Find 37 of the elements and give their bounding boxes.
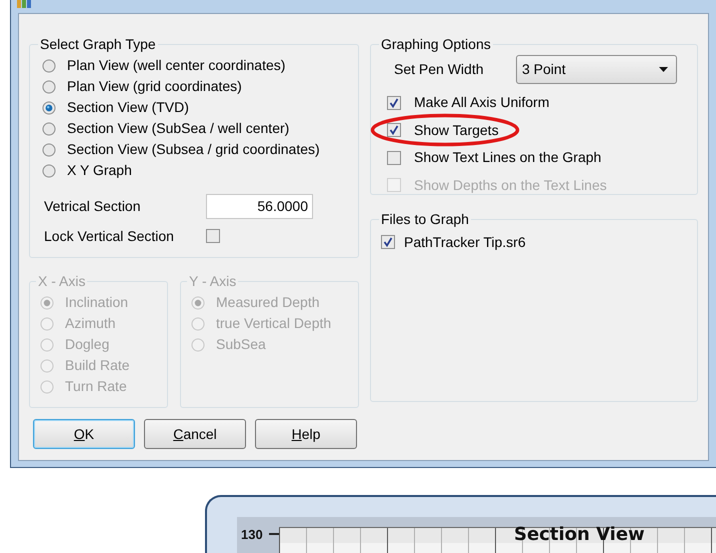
dialog-button[interactable]: Help: [255, 419, 357, 449]
radio-label[interactable]: X Y Graph: [67, 160, 132, 181]
checkbox[interactable]: [387, 96, 401, 110]
dialog-button[interactable]: Cancel: [144, 419, 246, 449]
radio-label[interactable]: Section View (SubSea / well center): [67, 118, 290, 139]
radio-button[interactable]: [42, 58, 56, 72]
field-label: Vetrical Section: [43, 196, 142, 216]
file-label[interactable]: PathTracker Tip.sr6: [404, 232, 526, 252]
input-field[interactable]: 56.0000: [206, 194, 313, 218]
dialog-button[interactable]: OK: [33, 419, 135, 449]
caret-icon: [659, 66, 668, 72]
group-legend: Select Graph Type: [38, 34, 158, 55]
radio-button[interactable]: [42, 80, 56, 94]
group-legend: Graphing Options: [379, 34, 493, 55]
radio-label[interactable]: Plan View (grid coordinates): [67, 76, 242, 97]
group-legend: Files to Graph: [379, 209, 471, 230]
checkbox-label[interactable]: Show Text Lines on the Graph: [414, 147, 602, 168]
checkbox[interactable]: [387, 150, 401, 165]
checkbox-label[interactable]: Lock Vertical Section: [40, 226, 206, 246]
group-legend: X - Axis: [36, 271, 88, 292]
axis-tick-label: 130: [241, 526, 264, 544]
checkbox[interactable]: [387, 123, 401, 138]
checkbox[interactable]: [381, 235, 395, 249]
group-legend: Y - Axis: [187, 271, 238, 292]
radio-label[interactable]: Plan View (well center coordinates): [67, 55, 286, 76]
checkbox-label[interactable]: Make All Axis Uniform: [414, 92, 550, 114]
radio-button[interactable]: [42, 122, 56, 136]
radio-label[interactable]: Section View (TVD): [67, 97, 189, 118]
radio-label[interactable]: Section View (Subsea / grid coordinates): [67, 139, 320, 160]
app-icon: [17, 0, 31, 8]
axis-tick-icon: [269, 533, 279, 535]
radio-button[interactable]: [42, 164, 56, 178]
field-label: Set Pen Width: [393, 60, 484, 78]
checkbox[interactable]: [206, 229, 220, 243]
radio-button[interactable]: [42, 142, 56, 156]
radio-button[interactable]: [42, 100, 56, 114]
dropdown[interactable]: 3 Point: [516, 54, 677, 84]
